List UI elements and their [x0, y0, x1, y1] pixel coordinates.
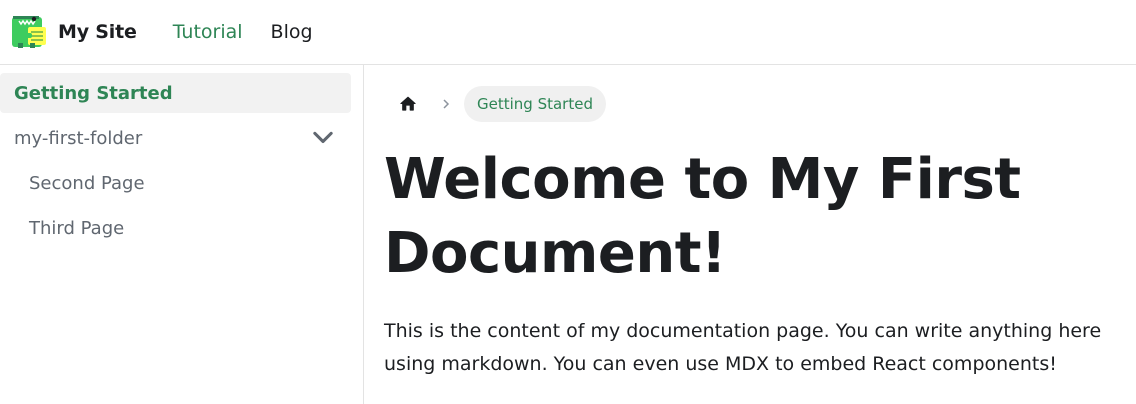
sidebar-item-second-page[interactable]: Second Page — [0, 163, 351, 203]
home-icon[interactable] — [398, 94, 418, 114]
brand-link[interactable]: My Site — [10, 15, 137, 49]
sidebar-category-my-first-folder[interactable]: my-first-folder — [0, 118, 351, 158]
chevron-down-icon[interactable] — [309, 124, 337, 152]
chevron-right-icon — [443, 99, 450, 109]
dinosaur-logo-icon — [12, 16, 46, 48]
breadcrumb: Getting Started — [384, 85, 1124, 123]
breadcrumb-current: Getting Started — [464, 86, 606, 122]
nav-link-tutorial[interactable]: Tutorial — [173, 21, 243, 43]
sidebar-category-label: my-first-folder — [14, 127, 143, 149]
docs-sidebar: Getting Started my-first-folder Second P… — [0, 65, 364, 404]
sidebar-item-label: Third Page — [29, 217, 125, 239]
sidebar-item-third-page[interactable]: Third Page — [0, 208, 351, 248]
navbar: My Site Tutorial Blog — [0, 0, 1136, 65]
doc-content: Getting Started Welcome to My First Docu… — [384, 65, 1124, 381]
page-title: Welcome to My First Document! — [384, 147, 1021, 286]
sidebar-item-label: Second Page — [29, 172, 145, 194]
page-body-text: This is the content of my documentation … — [384, 320, 1102, 375]
sidebar-item-getting-started[interactable]: Getting Started — [0, 73, 351, 113]
sidebar-item-label: Getting Started — [14, 82, 173, 104]
brand-title: My Site — [58, 21, 137, 43]
nav-link-blog[interactable]: Blog — [271, 21, 313, 43]
